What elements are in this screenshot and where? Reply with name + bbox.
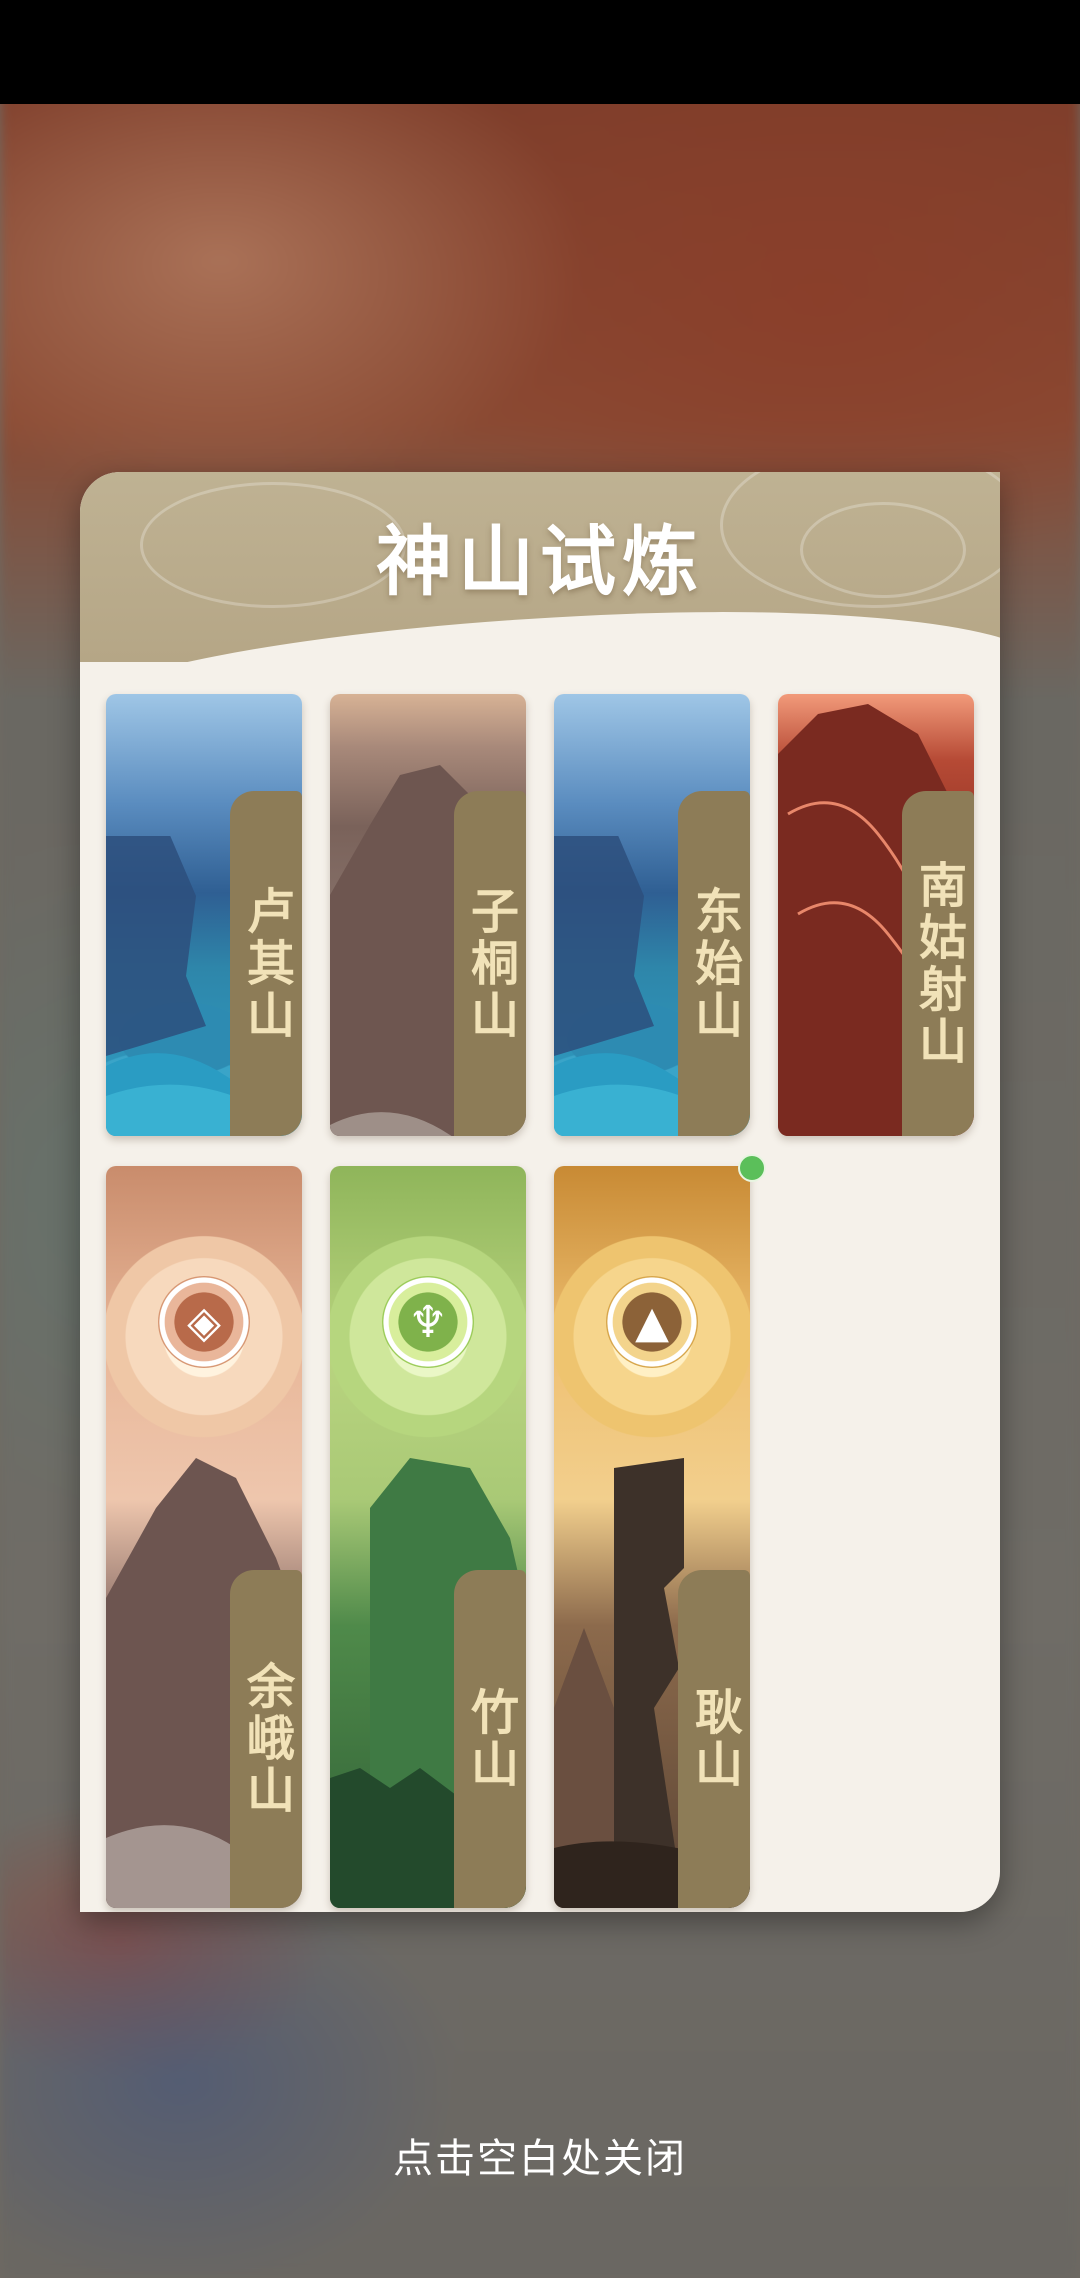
card-label: 耿山 xyxy=(678,1570,750,1908)
card-label: 竹山 xyxy=(454,1570,526,1908)
card-label: 南姑射山 xyxy=(902,791,974,1136)
card-zhu-mountain[interactable]: ♆ 竹山 xyxy=(330,1166,526,1908)
card-zitong-mountain[interactable]: 子桐山 xyxy=(330,694,526,1136)
dialog-title: 神山试炼 xyxy=(376,517,704,606)
card-label: 子桐山 xyxy=(454,791,526,1136)
triangle-rune-icon: ▲ xyxy=(606,1276,698,1368)
card-luqi-mountain[interactable]: 卢其山 xyxy=(106,694,302,1136)
card-nangushe-mountain[interactable]: 南姑射山 xyxy=(778,694,974,1136)
mountain-trial-dialog: 神山试炼 卢其山 子桐山 东始山 南姑射山 ◈ 余峨山 ♆ 竹山 ▲ 耿山 xyxy=(80,472,1000,1912)
trident-leaf-icon: ♆ xyxy=(382,1276,474,1368)
card-label: 余峨山 xyxy=(230,1570,302,1908)
diamond-rune-icon: ◈ xyxy=(158,1276,250,1368)
card-geng-mountain[interactable]: ▲ 耿山 xyxy=(554,1166,750,1908)
card-dongshi-mountain[interactable]: 东始山 xyxy=(554,694,750,1136)
background-banner xyxy=(40,140,440,260)
new-badge-dot xyxy=(738,1154,766,1182)
close-hint-text: 点击空白处关闭 xyxy=(393,2136,687,2182)
status-bar xyxy=(0,0,1080,104)
card-label: 卢其山 xyxy=(230,791,302,1136)
card-label: 东始山 xyxy=(678,791,750,1136)
card-yue-mountain[interactable]: ◈ 余峨山 xyxy=(106,1166,302,1908)
